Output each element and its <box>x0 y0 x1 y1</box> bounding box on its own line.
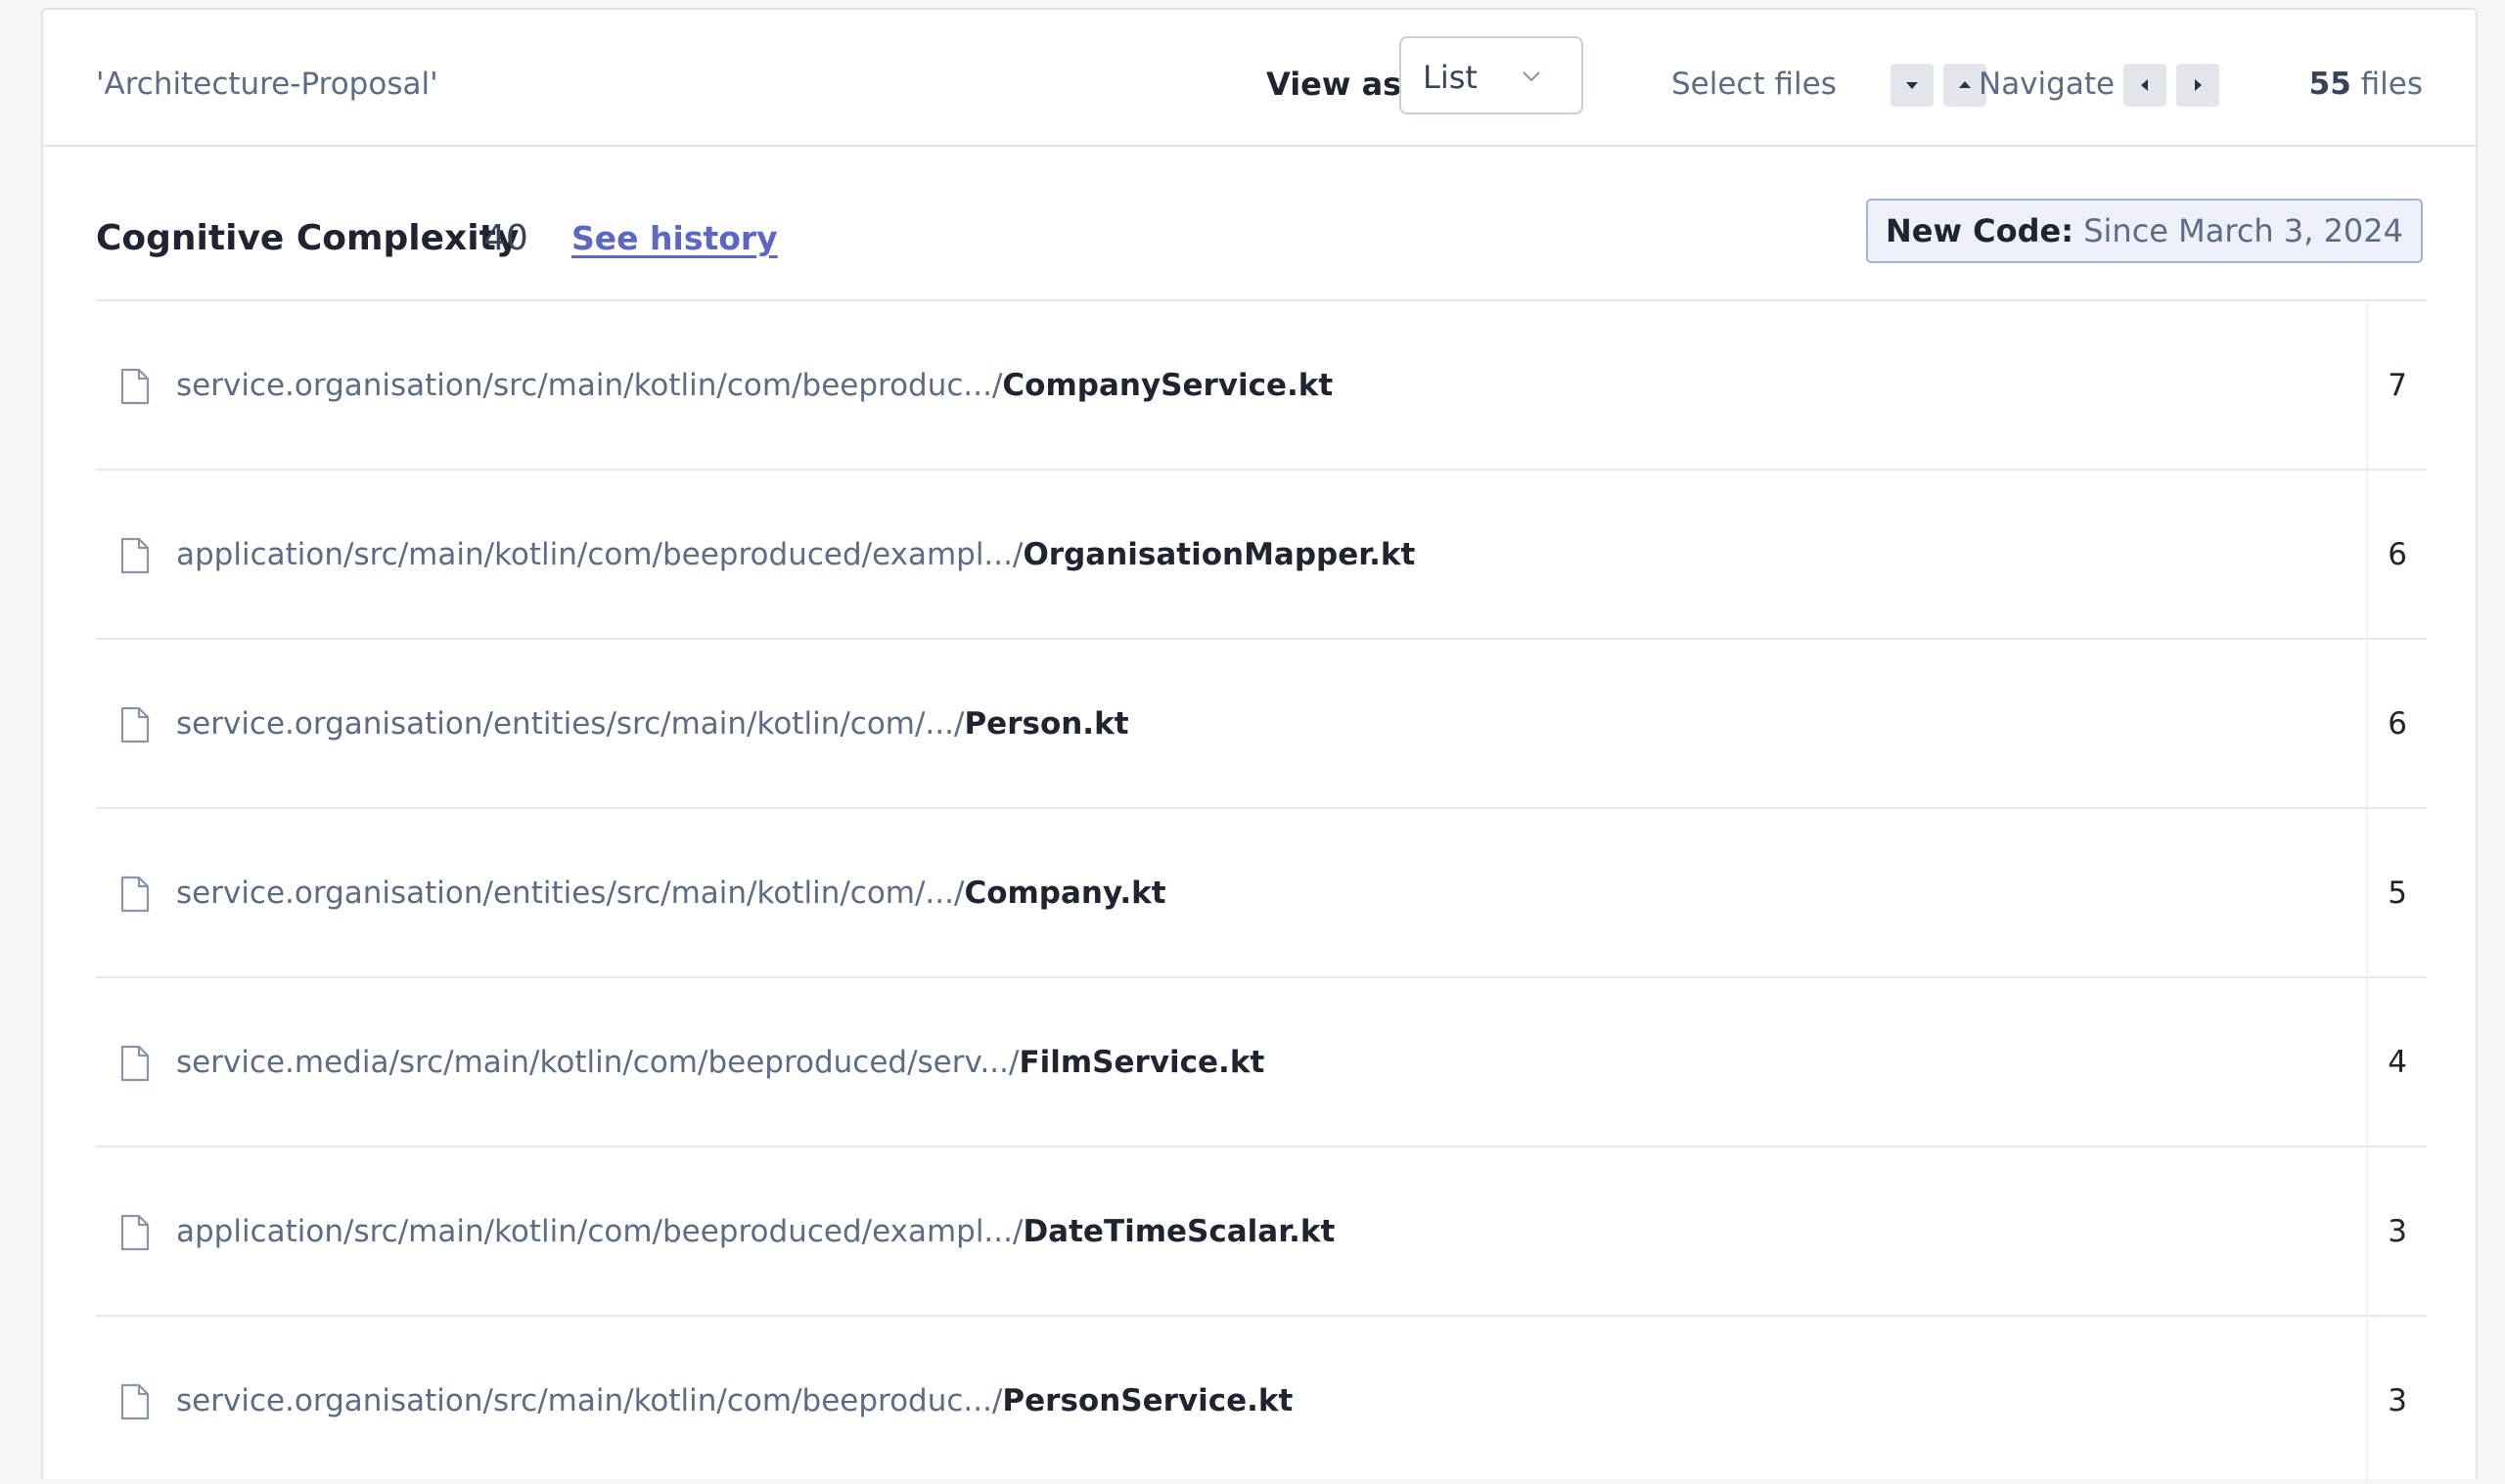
column-divider <box>2366 640 2368 807</box>
new-code-badge: New Code: Since March 3, 2024 <box>1865 199 2423 263</box>
file-path-link[interactable]: application/src/main/kotlin/com/beeprodu… <box>176 1212 1335 1251</box>
file-count-suffix: files <box>2350 67 2423 102</box>
column-divider <box>2366 978 2368 1146</box>
measure-value: 4 <box>2388 1045 2407 1080</box>
file-directory: application/src/main/kotlin/com/beeprodu… <box>176 537 1024 572</box>
file-name: Company.kt <box>964 876 1166 911</box>
measure-value: 5 <box>2388 876 2407 911</box>
caret-left-icon <box>2141 79 2148 91</box>
file-directory: service.media/src/main/kotlin/com/beepro… <box>176 1045 1020 1080</box>
file-name: Person.kt <box>964 706 1129 742</box>
file-row[interactable]: application/src/main/kotlin/com/beeprodu… <box>96 469 2427 638</box>
file-row[interactable]: service.media/src/main/kotlin/com/beepro… <box>96 976 2427 1146</box>
new-code-label: New Code: <box>1885 212 2074 249</box>
file-count: 55 files <box>2309 65 2423 104</box>
measure-value: 6 <box>2388 706 2407 742</box>
navigate-forward-button[interactable] <box>2176 64 2219 107</box>
file-name: PersonService.kt <box>1002 1383 1294 1418</box>
file-icon <box>120 537 150 574</box>
file-row[interactable]: service.organisation/src/main/kotlin/com… <box>96 299 2427 469</box>
column-divider <box>2366 809 2368 976</box>
measures-panel: 'Architecture-Proposal' View as List Sel… <box>41 8 2478 1484</box>
column-divider <box>2366 471 2368 638</box>
file-icon <box>120 1383 150 1420</box>
select-next-file-button[interactable] <box>1890 64 1934 107</box>
file-icon <box>120 706 150 743</box>
select-files-label: Select files <box>1671 67 1837 102</box>
column-divider <box>2366 1147 2368 1315</box>
file-icon <box>120 1045 150 1082</box>
measure-value: 3 <box>2388 1383 2407 1418</box>
file-path-link[interactable]: service.organisation/entities/src/main/k… <box>176 704 1129 743</box>
file-path-link[interactable]: application/src/main/kotlin/com/beeprodu… <box>176 535 1415 574</box>
caret-up-icon <box>1959 81 1971 88</box>
file-path-link[interactable]: service.organisation/src/main/kotlin/com… <box>176 1381 1293 1420</box>
file-directory: application/src/main/kotlin/com/beeprodu… <box>176 1214 1024 1249</box>
file-row[interactable]: application/src/main/kotlin/com/beeprodu… <box>96 1146 2427 1315</box>
view-as-label: View as <box>1266 66 1402 103</box>
file-name: OrganisationMapper.kt <box>1023 537 1416 572</box>
file-name: FilmService.kt <box>1019 1045 1265 1080</box>
new-code-value: Since March 3, 2024 <box>2073 212 2403 249</box>
file-path-link[interactable]: service.media/src/main/kotlin/com/beepro… <box>176 1043 1264 1082</box>
file-icon <box>120 368 150 405</box>
column-divider <box>2366 1317 2368 1484</box>
file-name: CompanyService.kt <box>1002 368 1334 403</box>
column-divider <box>2366 301 2368 469</box>
navigate-label: Navigate <box>1979 67 2116 102</box>
measure-value: 3 <box>2388 1214 2407 1249</box>
view-as-select[interactable]: List <box>1399 36 1583 114</box>
file-directory: service.organisation/src/main/kotlin/com… <box>176 368 1003 403</box>
file-row[interactable]: service.organisation/entities/src/main/k… <box>96 807 2427 976</box>
measure-value: 6 <box>2388 537 2407 572</box>
file-icon <box>120 1214 150 1251</box>
caret-down-icon <box>1906 82 1918 89</box>
file-count-number: 55 <box>2308 67 2351 102</box>
metric-title: Cognitive Complexity <box>96 218 520 258</box>
file-directory: service.organisation/entities/src/main/k… <box>176 706 965 742</box>
toolbar: 'Architecture-Proposal' View as List Sel… <box>43 10 2476 147</box>
file-row[interactable]: service.organisation/src/main/kotlin/com… <box>96 1315 2427 1484</box>
caret-right-icon <box>2195 79 2202 91</box>
file-path-link[interactable]: service.organisation/src/main/kotlin/com… <box>176 366 1333 405</box>
chevron-down-icon <box>1523 71 1540 82</box>
measure-value: 7 <box>2388 368 2407 403</box>
file-list: service.organisation/src/main/kotlin/com… <box>96 299 2427 1484</box>
file-row[interactable]: service.organisation/entities/src/main/k… <box>96 638 2427 807</box>
navigate-back-button[interactable] <box>2123 64 2166 107</box>
file-directory: service.organisation/entities/src/main/k… <box>176 876 965 911</box>
breadcrumb[interactable]: 'Architecture-Proposal' <box>96 65 438 104</box>
metric-value: 40 <box>483 218 528 258</box>
file-directory: service.organisation/src/main/kotlin/com… <box>176 1383 1003 1418</box>
file-name: DateTimeScalar.kt <box>1023 1214 1336 1249</box>
file-icon <box>120 876 150 913</box>
see-history-link[interactable]: See history <box>571 217 778 260</box>
view-as-value: List <box>1423 59 1478 96</box>
file-path-link[interactable]: service.organisation/entities/src/main/k… <box>176 874 1166 913</box>
